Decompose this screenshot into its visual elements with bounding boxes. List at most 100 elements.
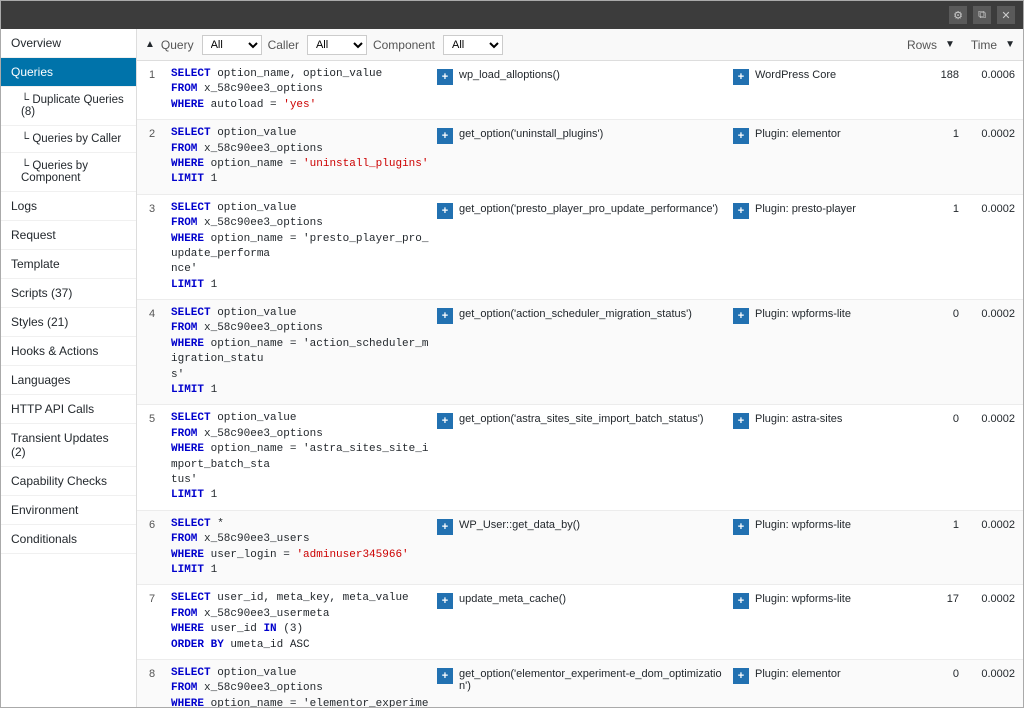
sidebar: OverviewQueries└ Duplicate Queries (8)└ … (1, 29, 137, 707)
expand-cell-2: + (733, 124, 751, 144)
expand-button-2[interactable]: + (733, 128, 749, 144)
row-caller: get_option('uninstall_plugins') (455, 124, 733, 144)
row-num: 6 (137, 515, 167, 531)
row-caller: wp_load_alloptions() (455, 65, 733, 85)
row-query: SELECT option_valueFROM x_58c90ee3_optio… (167, 199, 437, 295)
sidebar-item-11[interactable]: Languages (1, 366, 136, 395)
sidebar-item-16[interactable]: Conditionals (1, 525, 136, 554)
expand-cell: + (437, 199, 455, 219)
table-row: 8 SELECT option_valueFROM x_58c90ee3_opt… (137, 660, 1023, 707)
row-time: 0.0002 (963, 589, 1023, 605)
expand-button-2[interactable]: + (733, 593, 749, 609)
title-bar-controls: ⚙ ⧉ ✕ (949, 6, 1015, 24)
sidebar-item-14[interactable]: Capability Checks (1, 467, 136, 496)
sidebar-item-0[interactable]: Overview (1, 29, 136, 58)
expand-cell-2: + (733, 589, 751, 609)
close-button[interactable]: ✕ (997, 6, 1015, 24)
sidebar-item-10[interactable]: Hooks & Actions (1, 337, 136, 366)
expand-cell: + (437, 589, 455, 609)
sidebar-item-5[interactable]: Logs (1, 192, 136, 221)
expand-button[interactable]: + (437, 413, 453, 429)
row-query: SELECT option_valueFROM x_58c90ee3_optio… (167, 124, 437, 190)
sidebar-item-9[interactable]: Styles (21) (1, 308, 136, 337)
expand-button-2[interactable]: + (733, 69, 749, 85)
expand-button-2[interactable]: + (733, 519, 749, 535)
row-num: 5 (137, 409, 167, 425)
toolbar: ▲ Query All Caller All Component All Row… (137, 29, 1023, 61)
expand-button-2[interactable]: + (733, 413, 749, 429)
component-filter-select[interactable]: All (443, 35, 503, 55)
caller-filter-select[interactable]: All (307, 35, 367, 55)
time-sort-icon: ▼ (1005, 39, 1015, 50)
row-query: SELECT option_valueFROM x_58c90ee3_optio… (167, 664, 437, 707)
row-num: 7 (137, 589, 167, 605)
row-query: SELECT *FROM x_58c90ee3_usersWHERE user_… (167, 515, 437, 581)
component-col-label: Component (373, 38, 435, 52)
expand-cell: + (437, 409, 455, 429)
row-time: 0.0002 (963, 664, 1023, 680)
row-time: 0.0006 (963, 65, 1023, 81)
sidebar-item-2[interactable]: └ Duplicate Queries (8) (1, 87, 136, 126)
expand-cell-2: + (733, 409, 751, 429)
title-bar: ⚙ ⧉ ✕ (1, 1, 1023, 29)
query-col-label: Query (161, 38, 194, 52)
sidebar-item-7[interactable]: Template (1, 250, 136, 279)
row-time: 0.0002 (963, 515, 1023, 531)
sort-icon: ▲ (145, 39, 155, 50)
table-row: 2 SELECT option_valueFROM x_58c90ee3_opt… (137, 120, 1023, 195)
app-container: ⚙ ⧉ ✕ OverviewQueries└ Duplicate Queries… (0, 0, 1024, 708)
row-time: 0.0002 (963, 304, 1023, 320)
sidebar-item-15[interactable]: Environment (1, 496, 136, 525)
caller-col-label: Caller (268, 38, 299, 52)
row-component: WordPress Core (751, 65, 903, 85)
row-num: 4 (137, 304, 167, 320)
expand-cell-2: + (733, 664, 751, 684)
sidebar-item-12[interactable]: HTTP API Calls (1, 395, 136, 424)
expand-button[interactable]: + (437, 668, 453, 684)
row-num: 1 (137, 65, 167, 81)
expand-button[interactable]: + (437, 69, 453, 85)
row-query: SELECT option_valueFROM x_58c90ee3_optio… (167, 409, 437, 505)
resize-button[interactable]: ⧉ (973, 6, 991, 24)
row-caller: get_option('presto_player_pro_update_per… (455, 199, 733, 219)
table-row: 4 SELECT option_valueFROM x_58c90ee3_opt… (137, 300, 1023, 405)
row-rows: 0 (903, 304, 963, 320)
row-num: 3 (137, 199, 167, 215)
sidebar-item-4[interactable]: └ Queries by Component (1, 153, 136, 192)
expand-button[interactable]: + (437, 593, 453, 609)
expand-button[interactable]: + (437, 203, 453, 219)
main-layout: OverviewQueries└ Duplicate Queries (8)└ … (1, 29, 1023, 707)
expand-button[interactable]: + (437, 308, 453, 324)
row-component: Plugin: wpforms-lite (751, 589, 903, 609)
row-time: 0.0002 (963, 199, 1023, 215)
sidebar-item-1[interactable]: Queries (1, 58, 136, 87)
settings-button[interactable]: ⚙ (949, 6, 967, 24)
expand-button-2[interactable]: + (733, 203, 749, 219)
row-component: Plugin: wpforms-lite (751, 304, 903, 324)
row-component: Plugin: astra-sites (751, 409, 903, 429)
row-rows: 1 (903, 199, 963, 215)
expand-button[interactable]: + (437, 519, 453, 535)
expand-cell-2: + (733, 199, 751, 219)
row-component: Plugin: elementor (751, 664, 903, 684)
sidebar-item-6[interactable]: Request (1, 221, 136, 250)
expand-cell-2: + (733, 65, 751, 85)
row-component: Plugin: presto-player (751, 199, 903, 219)
sidebar-item-8[interactable]: Scripts (37) (1, 279, 136, 308)
expand-cell-2: + (733, 515, 751, 535)
row-num: 8 (137, 664, 167, 680)
row-component: Plugin: elementor (751, 124, 903, 144)
row-time: 0.0002 (963, 409, 1023, 425)
row-query: SELECT option_name, option_valueFROM x_5… (167, 65, 437, 115)
sidebar-item-3[interactable]: └ Queries by Caller (1, 126, 136, 153)
expand-button-2[interactable]: + (733, 668, 749, 684)
expand-button[interactable]: + (437, 128, 453, 144)
row-rows: 1 (903, 124, 963, 140)
sidebar-item-13[interactable]: Transient Updates (2) (1, 424, 136, 467)
row-caller: WP_User::get_data_by() (455, 515, 733, 535)
expand-button-2[interactable]: + (733, 308, 749, 324)
expand-cell-2: + (733, 304, 751, 324)
query-filter-select[interactable]: All (202, 35, 262, 55)
row-rows: 1 (903, 515, 963, 531)
row-caller: get_option('astra_sites_site_import_batc… (455, 409, 733, 429)
